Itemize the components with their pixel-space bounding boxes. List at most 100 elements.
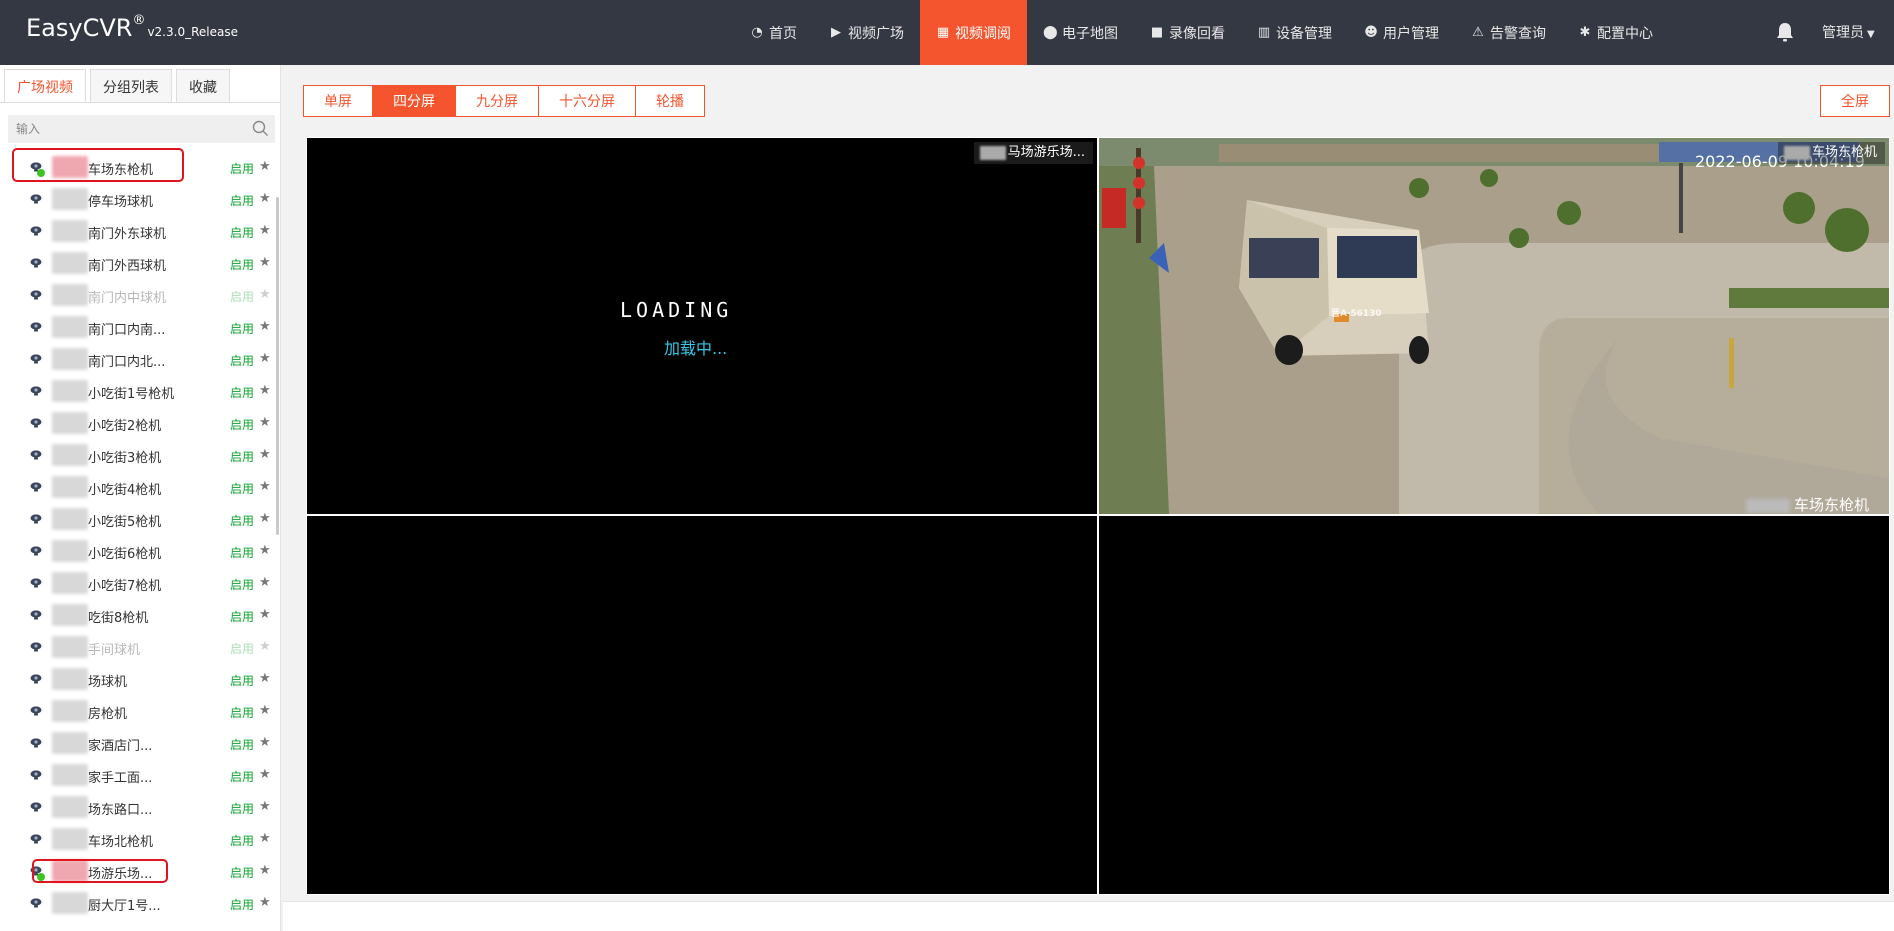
blurred-region <box>52 700 88 722</box>
camera-icon <box>30 194 42 204</box>
star-icon[interactable]: ★ <box>259 575 271 590</box>
star-icon[interactable]: ★ <box>259 159 271 174</box>
star-icon[interactable]: ★ <box>259 479 271 494</box>
nav-item-4[interactable]: ■ 录像回看 <box>1134 0 1241 65</box>
search-icon[interactable] <box>252 120 269 137</box>
list-item[interactable]: 吃街8枪机 启用 ★ <box>0 599 274 631</box>
camera-name: 南门口内北... <box>88 355 166 370</box>
list-item[interactable]: 南门外东球机 启用 ★ <box>0 215 274 247</box>
camera-name: 吃街8枪机 <box>88 611 149 626</box>
star-icon[interactable]: ★ <box>259 831 271 846</box>
list-item[interactable]: 停车场球机 启用 ★ <box>0 183 274 215</box>
star-icon[interactable]: ★ <box>259 511 271 526</box>
camera-icon <box>30 322 42 332</box>
nav-item-1[interactable]: ▶ 视频广场 <box>813 0 920 65</box>
nav-item-7[interactable]: ⚠ 告警查询 <box>1455 0 1562 65</box>
blurred-region <box>52 604 88 626</box>
app-logo[interactable]: EasyCVR®v2.3.0_Release <box>26 13 238 42</box>
sidebar-tab-0[interactable]: 广场视频 <box>4 69 86 103</box>
list-item[interactable]: 场东路口... 启用 ★ <box>0 791 274 823</box>
camera-status: 启用 <box>230 162 255 176</box>
camera-feed-image <box>1099 138 1889 514</box>
list-item[interactable]: 南门口内南... 启用 ★ <box>0 311 274 343</box>
camera-icon <box>30 642 42 652</box>
star-icon[interactable]: ★ <box>259 319 271 334</box>
camera-status: 启用 <box>230 386 255 400</box>
star-icon[interactable]: ★ <box>259 607 271 622</box>
list-item[interactable]: 场球机 启用 ★ <box>0 663 274 695</box>
list-item[interactable]: 厨大厅1号... 启用 ★ <box>0 887 274 919</box>
nav-item-8[interactable]: ✱ 配置中心 <box>1562 0 1669 65</box>
logo-text: EasyCVR <box>26 14 133 42</box>
list-item[interactable]: 南门外西球机 启用 ★ <box>0 247 274 279</box>
license-plate: 晋A·56130 <box>1331 309 1382 319</box>
nav-item-6[interactable]: ☻ 用户管理 <box>1348 0 1455 65</box>
camera-name: 小吃街1号枪机 <box>88 387 175 402</box>
video-player-4[interactable] <box>1099 516 1889 894</box>
loading-animation: LOADING <box>620 298 733 322</box>
star-icon[interactable]: ★ <box>259 767 271 782</box>
split-mode-button-4[interactable]: 轮播 <box>635 85 705 117</box>
list-item[interactable]: 房枪机 启用 ★ <box>0 695 274 727</box>
list-item[interactable]: 家手工面... 启用 ★ <box>0 759 274 791</box>
list-item[interactable]: 小吃街7枪机 启用 ★ <box>0 567 274 599</box>
star-icon[interactable]: ★ <box>259 287 271 302</box>
list-item[interactable]: 小吃街6枪机 启用 ★ <box>0 535 274 567</box>
camera-status: 启用 <box>230 866 255 880</box>
nav-item-2[interactable]: ▦ 视频调阅 <box>920 0 1027 65</box>
star-icon[interactable]: ★ <box>259 447 271 462</box>
star-icon[interactable]: ★ <box>259 735 271 750</box>
video-player-2[interactable]: 2022-06-09 10:04:19 车场东枪机 车场东枪机 晋A·56130 <box>1099 138 1889 514</box>
nav-item-label: 录像回看 <box>1169 25 1225 42</box>
nav-item-0[interactable]: ◔ 首页 <box>734 0 813 65</box>
camera-icon <box>30 546 42 556</box>
list-item[interactable]: 小吃街5枪机 启用 ★ <box>0 503 274 535</box>
list-item[interactable]: 手间球机 启用 ★ <box>0 631 274 663</box>
main-panel: 单屏 四分屏 九分屏 十六分屏 轮播 全屏 马场游乐场... LOADING 加载中..… <box>283 65 1894 931</box>
split-mode-button-1[interactable]: 四分屏 <box>372 85 456 117</box>
list-item[interactable]: 小吃街2枪机 启用 ★ <box>0 407 274 439</box>
list-item[interactable]: 南门内中球机 启用 ★ <box>0 279 274 311</box>
list-item[interactable]: 车场北枪机 启用 ★ <box>0 823 274 855</box>
list-item[interactable]: 家酒店门... 启用 ★ <box>0 727 274 759</box>
camera-name: 小吃街3枪机 <box>88 451 162 466</box>
split-mode-button-3[interactable]: 十六分屏 <box>538 85 636 117</box>
star-icon[interactable]: ★ <box>259 639 271 654</box>
star-icon[interactable]: ★ <box>259 255 271 270</box>
highlight-box <box>32 859 168 883</box>
camera-icon <box>30 802 42 812</box>
star-icon[interactable]: ★ <box>259 671 271 686</box>
split-mode-button-0[interactable]: 单屏 <box>303 85 373 117</box>
nav-item-3[interactable]: ⬤ 电子地图 <box>1027 0 1134 65</box>
star-icon[interactable]: ★ <box>259 223 271 238</box>
star-icon[interactable]: ★ <box>259 191 271 206</box>
star-icon[interactable]: ★ <box>259 415 271 430</box>
star-icon[interactable]: ★ <box>259 351 271 366</box>
star-icon[interactable]: ★ <box>259 895 271 910</box>
list-item[interactable]: 小吃街4枪机 启用 ★ <box>0 471 274 503</box>
camera-status: 启用 <box>230 642 255 656</box>
list-item[interactable]: 南门口内北... 启用 ★ <box>0 343 274 375</box>
camera-icon <box>30 258 42 268</box>
star-icon[interactable]: ★ <box>259 383 271 398</box>
blurred-region <box>52 572 88 594</box>
star-icon[interactable]: ★ <box>259 543 271 558</box>
search-input[interactable] <box>8 115 238 143</box>
sidebar-tab-1[interactable]: 分组列表 <box>90 69 172 103</box>
logo-mark: ® <box>132 13 146 28</box>
star-icon[interactable]: ★ <box>259 703 271 718</box>
bell-icon[interactable] <box>1774 21 1796 43</box>
split-mode-group: 单屏 四分屏 九分屏 十六分屏 轮播 <box>303 85 705 117</box>
list-item[interactable]: 小吃街3枪机 启用 ★ <box>0 439 274 471</box>
list-item[interactable]: 小吃街1号枪机 启用 ★ <box>0 375 274 407</box>
user-menu[interactable]: 管理员 ▼ <box>1822 22 1875 42</box>
video-player-3[interactable] <box>307 516 1097 894</box>
nav-item-5[interactable]: ▥ 设备管理 <box>1241 0 1348 65</box>
fullscreen-button[interactable]: 全屏 <box>1820 85 1890 117</box>
sidebar-scrollbar[interactable] <box>276 197 279 535</box>
video-player-1[interactable]: 马场游乐场... LOADING 加载中... <box>307 138 1097 514</box>
star-icon[interactable]: ★ <box>259 863 271 878</box>
sidebar-tab-2[interactable]: 收藏 <box>176 69 230 103</box>
star-icon[interactable]: ★ <box>259 799 271 814</box>
split-mode-button-2[interactable]: 九分屏 <box>455 85 539 117</box>
